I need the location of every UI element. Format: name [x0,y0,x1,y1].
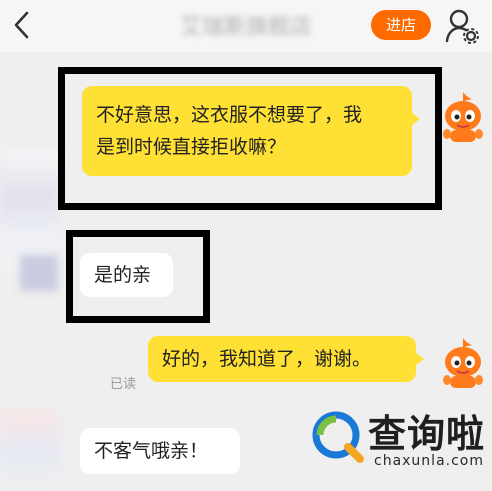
highlight-frame [66,230,210,323]
my-avatar[interactable] [438,90,488,144]
my-avatar[interactable] [438,336,488,390]
mascot-avatar-icon [443,92,483,142]
blurred-avatar-area [0,410,60,491]
search-logo-icon [312,411,364,463]
chat-header: 艾瑞斯旗舰店 进店 [0,0,492,52]
read-status: 已读 [110,377,137,392]
back-arrow-icon [14,11,29,39]
user-settings-icon [445,9,479,44]
my-message-bubble[interactable]: 好的，我知道了，谢谢。 [148,336,424,382]
user-settings-button[interactable] [445,8,479,44]
other-message-bubble[interactable]: 不客气哦亲！ [80,428,240,474]
mascot-avatar-icon [443,338,483,388]
watermark-url: chaxunla.com [374,453,484,469]
back-button[interactable] [6,8,38,42]
chat-title: 艾瑞斯旗舰店 [179,15,312,40]
message-text: 不客气哦亲！ [94,440,209,462]
watermark-name: 查询啦 [368,412,486,456]
blurred-avatar [20,255,58,291]
highlight-frame [58,67,442,210]
watermark: 查询啦 chaxunla.com [308,403,484,485]
blurred-avatar-area [0,150,60,270]
enter-shop-button[interactable]: 进店 [371,10,431,40]
message-text: 好的，我知道了，谢谢。 [162,348,372,370]
